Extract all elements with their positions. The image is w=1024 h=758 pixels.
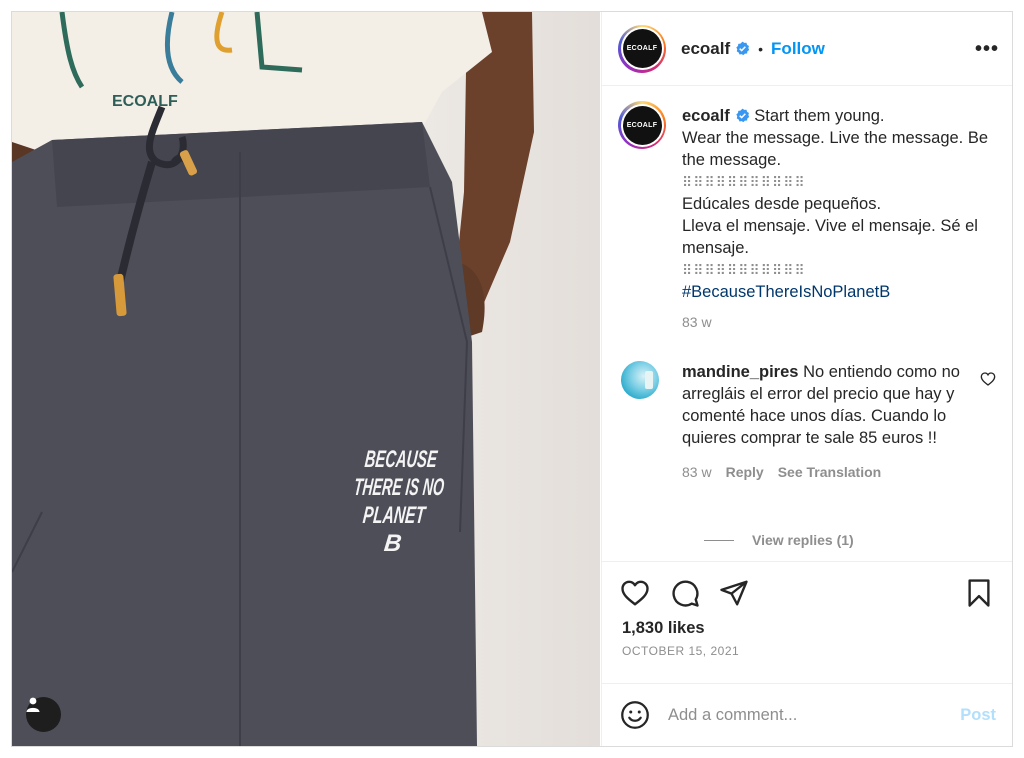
svg-text:THERE IS NO: THERE IS NO bbox=[353, 474, 446, 501]
view-replies-button[interactable]: View replies (1) bbox=[704, 532, 854, 548]
caption-line-1: Start them young. bbox=[754, 107, 885, 125]
post-comment-button[interactable]: Post bbox=[960, 706, 996, 725]
caption-divider-1: ⠿⠿⠿⠿⠿⠿⠿⠿⠿⠿⠿ bbox=[682, 174, 806, 190]
emoji-smiley-icon[interactable] bbox=[620, 700, 650, 730]
author-username[interactable]: ecoalf bbox=[681, 39, 730, 59]
verified-badge-icon bbox=[736, 108, 749, 123]
comment-bubble-icon[interactable] bbox=[670, 578, 700, 608]
svg-text:PLANET: PLANET bbox=[362, 502, 428, 529]
view-replies-label: View replies (1) bbox=[752, 532, 854, 548]
save-bookmark-icon[interactable] bbox=[964, 578, 994, 608]
post-photo[interactable]: ECOALF BECAUSE THERE IS NO PLANET B bbox=[12, 12, 600, 746]
shirt-logo-text: ECOALF bbox=[112, 93, 178, 110]
comments-section[interactable]: ECOALF ecoalf Start them young. Wear the… bbox=[602, 87, 1012, 561]
post-sidebar: ECOALF ecoalf • Follow ••• ECOALF ecoalf bbox=[601, 12, 1012, 746]
follow-button[interactable]: Follow bbox=[771, 39, 825, 59]
post-date[interactable]: OCTOBER 15, 2021 bbox=[622, 644, 739, 658]
view-replies-line bbox=[704, 539, 734, 541]
comment-body: mandine_pires No entiendo como no arregl… bbox=[682, 361, 977, 483]
caption-author-avatar[interactable]: ECOALF bbox=[618, 101, 666, 149]
like-heart-icon[interactable] bbox=[620, 578, 650, 608]
caption-body: ecoalf Start them young. Wear the messag… bbox=[682, 105, 992, 333]
comment-composer: Post bbox=[602, 683, 1012, 746]
commenter-username[interactable]: mandine_pires bbox=[682, 363, 798, 381]
caption-hashtag[interactable]: #BecauseThereIsNoPlanetB bbox=[682, 281, 992, 303]
post-header: ECOALF ecoalf • Follow ••• bbox=[602, 12, 1012, 86]
svg-text:B: B bbox=[383, 530, 403, 557]
comment-timestamp[interactable]: 83 w bbox=[682, 461, 712, 483]
more-options-icon[interactable]: ••• bbox=[975, 39, 999, 59]
comment-like-heart-icon[interactable] bbox=[980, 371, 996, 387]
author-avatar[interactable]: ECOALF bbox=[618, 24, 666, 73]
svg-text:BECAUSE: BECAUSE bbox=[364, 446, 439, 473]
caption-line-2: Wear the message. Live the message. Be t… bbox=[682, 129, 989, 169]
commenter-avatar[interactable] bbox=[621, 361, 659, 399]
caption-divider-2: ⠿⠿⠿⠿⠿⠿⠿⠿⠿⠿⠿ bbox=[682, 262, 806, 278]
post-actions: 1,830 likes OCTOBER 15, 2021 bbox=[602, 561, 1012, 683]
verified-badge-icon bbox=[736, 41, 750, 56]
caption-username[interactable]: ecoalf bbox=[682, 107, 730, 125]
likes-count[interactable]: 1,830 likes bbox=[622, 619, 705, 638]
reply-button[interactable]: Reply bbox=[726, 461, 764, 483]
caption-line-3: Edúcales desde pequeños. bbox=[682, 195, 882, 213]
photo-illustration: ECOALF BECAUSE THERE IS NO PLANET B bbox=[12, 12, 534, 746]
separator-dot: • bbox=[758, 40, 764, 57]
see-translation-button[interactable]: See Translation bbox=[778, 461, 881, 483]
user-icon bbox=[26, 697, 40, 712]
comment-meta: 83 w Reply See Translation bbox=[682, 461, 977, 483]
comment-input[interactable] bbox=[668, 705, 961, 725]
post-card: ECOALF BECAUSE THERE IS NO PLANET B ECOA… bbox=[11, 11, 1013, 747]
avatar-logo: ECOALF bbox=[622, 29, 662, 68]
tagged-users-button[interactable] bbox=[26, 697, 61, 732]
caption-timestamp[interactable]: 83 w bbox=[682, 311, 992, 333]
share-send-icon[interactable] bbox=[719, 578, 749, 608]
avatar-logo: ECOALF bbox=[622, 105, 662, 145]
caption-line-4: Lleva el mensaje. Vive el mensaje. Sé el… bbox=[682, 217, 978, 257]
